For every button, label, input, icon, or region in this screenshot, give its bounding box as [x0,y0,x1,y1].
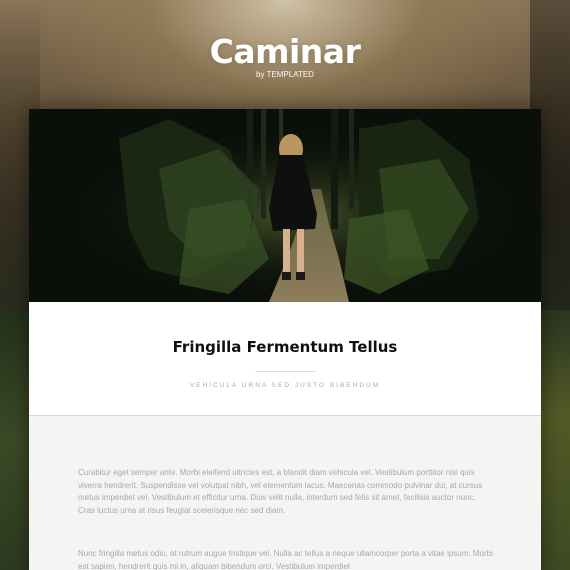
post-title[interactable]: Fringilla Fermentum Tellus [29,338,541,356]
post-header: Fringilla Fermentum Tellus VEHICULA URNA… [29,302,541,416]
post-subtitle: VEHICULA URNA SED JUSTO BIBENDUM [189,382,381,389]
paragraph: Nunc fringilla metus odio, at rutrum aug… [78,549,493,570]
site-header: Caminar by TEMPLATED [0,0,570,110]
post-card: Fringilla Fermentum Tellus VEHICULA URNA… [29,109,541,570]
post-body: Curabitur eget semper ante. Morbi eleife… [29,416,541,570]
title-divider [255,371,315,372]
site-byline[interactable]: by TEMPLATED [0,70,570,79]
forest-path-image [29,109,541,302]
paragraph: Curabitur eget semper ante. Morbi eleife… [78,468,483,515]
hero-image [29,109,541,302]
site-title[interactable]: Caminar [0,32,570,71]
